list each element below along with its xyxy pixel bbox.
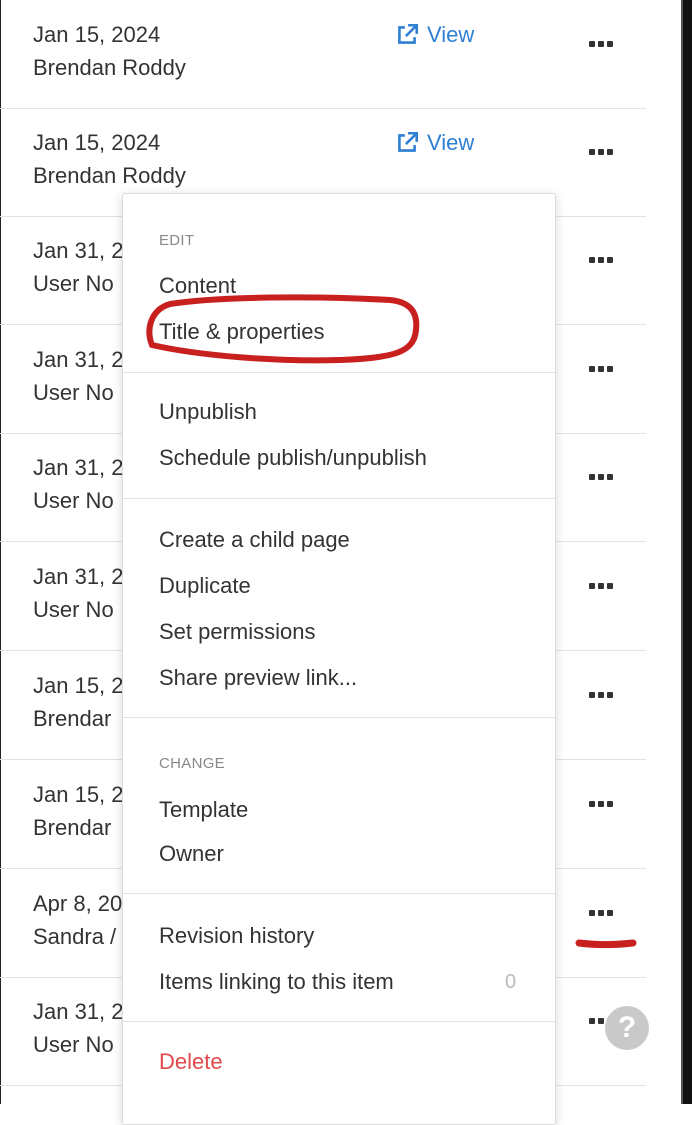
- items-linking-count: 0: [505, 971, 517, 993]
- menu-item-template[interactable]: Template: [159, 797, 248, 823]
- menu-item-share-preview-link[interactable]: Share preview link...: [159, 665, 357, 691]
- row-user: Sandra /: [33, 924, 117, 949]
- row-date: Jan 15, 2024: [33, 22, 161, 47]
- menu-item-schedule-publish[interactable]: Schedule publish/unpublish: [159, 445, 427, 471]
- row-user: User No: [33, 597, 114, 622]
- menu-divider: [123, 1021, 555, 1022]
- menu-divider: [123, 893, 555, 894]
- menu-item-create-child-page[interactable]: Create a child page: [159, 527, 350, 553]
- more-options-icon[interactable]: [589, 364, 615, 374]
- menu-item-content[interactable]: Content: [159, 273, 236, 299]
- more-options-icon[interactable]: [589, 255, 615, 265]
- view-label: View: [427, 22, 475, 47]
- external-link-icon: [398, 23, 419, 44]
- more-options-icon[interactable]: [589, 39, 615, 49]
- external-link-icon: [398, 131, 419, 152]
- menu-divider: [123, 498, 555, 499]
- menu-heading-edit: EDIT: [159, 232, 195, 249]
- row-date: Jan 31, 2: [33, 347, 124, 372]
- menu-item-duplicate[interactable]: Duplicate: [159, 573, 251, 599]
- menu-heading-change: CHANGE: [159, 755, 225, 772]
- row-date: Jan 31, 2: [33, 455, 124, 480]
- menu-item-owner[interactable]: Owner: [159, 841, 224, 867]
- row-date: Jan 15, 2024: [33, 130, 161, 155]
- menu-divider: [123, 717, 555, 718]
- row-user: User No: [33, 380, 114, 405]
- more-options-icon[interactable]: [589, 472, 615, 482]
- row-date: Jan 15, 2: [33, 673, 124, 698]
- more-options-icon[interactable]: [589, 799, 615, 809]
- help-button[interactable]: ?: [605, 1006, 649, 1050]
- row-date: Jan 31, 2: [33, 999, 124, 1024]
- row-user: User No: [33, 271, 114, 296]
- menu-item-delete[interactable]: Delete: [159, 1049, 223, 1075]
- row-date: Jan 31, 2: [33, 238, 124, 263]
- more-options-icon[interactable]: [589, 908, 615, 918]
- view-link[interactable]: View: [394, 130, 474, 156]
- view-label: View: [427, 130, 475, 155]
- row-date: Jan 31, 2: [33, 564, 124, 589]
- row-user: Brendar: [33, 706, 112, 731]
- menu-item-title-properties[interactable]: Title & properties: [159, 319, 324, 345]
- view-link[interactable]: View: [394, 22, 474, 48]
- row-user: User No: [33, 488, 114, 513]
- row-user: Brendan Roddy: [33, 55, 186, 80]
- row-user: Brendan Roddy: [33, 163, 186, 188]
- row-user: User No: [33, 1032, 114, 1057]
- list-item: Jan 15, 2024 Brendan Roddy View: [0, 0, 646, 109]
- row-date: Jan 15, 2: [33, 782, 124, 807]
- row-date: Apr 8, 20: [33, 891, 123, 916]
- menu-item-unpublish[interactable]: Unpublish: [159, 399, 257, 425]
- menu-item-revision-history[interactable]: Revision history: [159, 923, 314, 949]
- menu-divider: [123, 372, 555, 373]
- menu-item-items-linking[interactable]: Items linking to this item: [159, 969, 394, 995]
- more-options-icon[interactable]: [589, 581, 615, 591]
- more-options-icon[interactable]: [589, 690, 615, 700]
- actions-menu: EDIT Content Title & properties Unpublis…: [122, 193, 556, 1125]
- more-options-icon[interactable]: [589, 147, 615, 157]
- window-border-right: [683, 0, 692, 1104]
- menu-item-set-permissions[interactable]: Set permissions: [159, 619, 316, 645]
- row-user: Brendar: [33, 815, 112, 840]
